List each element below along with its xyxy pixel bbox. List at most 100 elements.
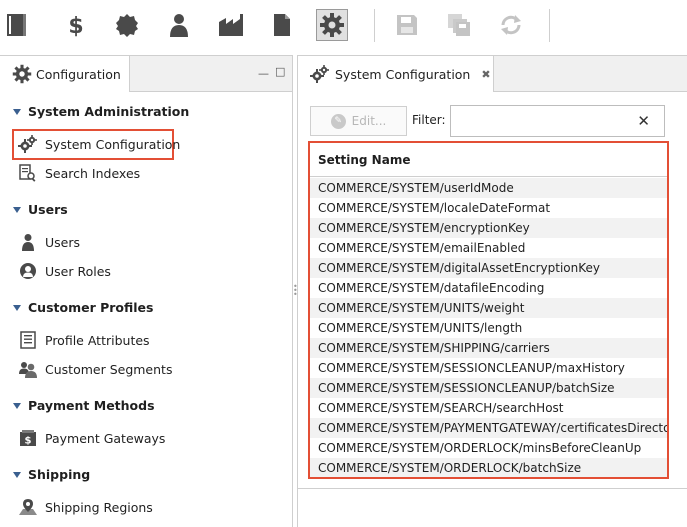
- section-customer-profiles[interactable]: Customer Profiles: [13, 300, 153, 315]
- section-system-administration[interactable]: System Administration: [13, 104, 189, 119]
- toolbar-separator: [549, 9, 550, 42]
- table-row[interactable]: COMMERCE/SYSTEM/UNITS/length: [310, 318, 667, 338]
- nav-item-label: Shipping Regions: [45, 499, 153, 515]
- pricing-button[interactable]: $: [60, 9, 92, 41]
- svg-text:$: $: [68, 14, 83, 38]
- caret-down-icon: [13, 206, 21, 213]
- toolbar-separator: [374, 9, 375, 42]
- clear-filter-icon[interactable]: ✕: [637, 112, 650, 130]
- table-row[interactable]: COMMERCE/SYSTEM/encryptionKey: [310, 218, 667, 238]
- filter-label: Filter:: [412, 113, 446, 127]
- refresh-button[interactable]: [495, 9, 527, 41]
- gears-icon: [310, 65, 329, 83]
- section-shipping[interactable]: Shipping: [13, 467, 90, 482]
- catalog-button[interactable]: [0, 9, 32, 41]
- nav-item-label: System Configuration: [45, 136, 181, 152]
- section-payment-methods[interactable]: Payment Methods: [13, 398, 155, 413]
- nav-item-label: Users: [45, 234, 81, 250]
- map-pin-icon: [18, 498, 38, 516]
- nav-item-label: Customer Segments: [45, 361, 173, 377]
- configuration-button[interactable]: [316, 9, 348, 41]
- nav-item-shipping-regions[interactable]: Shipping Regions: [18, 497, 153, 517]
- table-row[interactable]: COMMERCE/SYSTEM/SESSIONCLEANUP/batchSize: [310, 378, 667, 398]
- nav-item-label: Search Indexes: [45, 165, 141, 181]
- caret-down-icon: [13, 108, 21, 115]
- promotions-button[interactable]: [111, 9, 143, 41]
- dollar-icon: $: [68, 14, 83, 38]
- table-row[interactable]: COMMERCE/SYSTEM/emailEnabled: [310, 238, 667, 258]
- tab-configuration[interactable]: Configuration: [0, 56, 130, 92]
- table-row[interactable]: COMMERCE/SYSTEM/userIdMode: [310, 178, 667, 198]
- user-icon: [18, 233, 38, 251]
- pencil-icon: ✎: [330, 113, 346, 129]
- table-row[interactable]: COMMERCE/SYSTEM/SEARCH/searchHost: [310, 398, 667, 418]
- nav-item-search-indexes[interactable]: Search Indexes: [18, 163, 140, 183]
- caret-down-icon: [13, 304, 21, 311]
- section-title: Customer Profiles: [28, 300, 154, 315]
- table-row[interactable]: COMMERCE/SYSTEM/ORDERLOCK/batchSize: [310, 458, 667, 477]
- tab-system-configuration[interactable]: System Configuration ✖: [298, 56, 494, 92]
- tab-system-configuration-label: System Configuration: [335, 66, 471, 82]
- list-icon: [18, 331, 38, 349]
- minimize-icon[interactable]: —: [258, 67, 269, 80]
- gear-icon: [320, 13, 344, 37]
- search-index-icon: [18, 164, 38, 182]
- nav-item-users[interactable]: Users: [18, 232, 80, 252]
- nav-item-label: User Roles: [45, 263, 111, 279]
- table-row[interactable]: COMMERCE/SYSTEM/digitalAssetEncryptionKe…: [310, 258, 667, 278]
- customers-button[interactable]: [163, 9, 195, 41]
- nav-item-payment-gateways[interactable]: $ Payment Gateways: [18, 428, 165, 448]
- gateway-icon: $: [18, 429, 38, 447]
- nav-item-customer-segments[interactable]: Customer Segments: [18, 359, 172, 379]
- table-row[interactable]: COMMERCE/SYSTEM/SHIPPING/carriers: [310, 338, 667, 358]
- editor-tabbar: System Configuration ✖: [298, 56, 687, 92]
- save-all-button[interactable]: [443, 9, 475, 41]
- settings-rows: COMMERCE/SYSTEM/userIdMode COMMERCE/SYST…: [310, 178, 667, 477]
- configuration-tabbar: Configuration — □: [0, 56, 292, 92]
- nav-item-label: Profile Attributes: [45, 332, 150, 348]
- caret-down-icon: [13, 471, 21, 478]
- warehouse-button[interactable]: [215, 9, 247, 41]
- section-title: System Administration: [28, 104, 190, 119]
- user-icon: [170, 14, 188, 37]
- gear-icon: [12, 64, 32, 84]
- tab-configuration-label: Configuration: [36, 66, 121, 82]
- document-icon: [274, 14, 290, 36]
- section-title: Shipping: [28, 467, 91, 482]
- edit-button[interactable]: ✎ Edit...: [310, 106, 407, 136]
- group-icon: [18, 360, 38, 378]
- close-icon[interactable]: ✖: [481, 68, 490, 81]
- badge-icon: [116, 14, 138, 37]
- section-users[interactable]: Users: [13, 202, 68, 217]
- nav-item-profile-attributes[interactable]: Profile Attributes: [18, 330, 150, 350]
- save-icon: [397, 15, 417, 35]
- column-header-setting-name[interactable]: Setting Name: [310, 143, 667, 177]
- reports-button[interactable]: [266, 9, 298, 41]
- filter-input[interactable]: ✕: [450, 105, 665, 137]
- configuration-panel: Configuration — □ System Administration …: [0, 55, 293, 527]
- table-row[interactable]: COMMERCE/SYSTEM/localeDateFormat: [310, 198, 667, 218]
- edit-button-label: Edit...: [351, 114, 387, 128]
- caret-down-icon: [13, 402, 21, 409]
- nav-item-label: Payment Gateways: [45, 430, 166, 446]
- user-role-icon: [18, 262, 38, 280]
- nav-item-system-configuration[interactable]: System Configuration: [18, 134, 180, 154]
- save-all-icon: [448, 14, 470, 36]
- section-title: Payment Methods: [28, 398, 155, 413]
- catalog-icon: [7, 14, 26, 36]
- nav-item-user-roles[interactable]: User Roles: [18, 261, 111, 281]
- settings-table: Setting Name COMMERCE/SYSTEM/userIdMode …: [308, 141, 669, 479]
- table-row[interactable]: COMMERCE/SYSTEM/UNITS/weight: [310, 298, 667, 318]
- table-row[interactable]: COMMERCE/SYSTEM/PAYMENTGATEWAY/certifica…: [310, 418, 667, 438]
- section-title: Users: [28, 202, 68, 217]
- table-row[interactable]: COMMERCE/SYSTEM/ORDERLOCK/minsBeforeClea…: [310, 438, 667, 458]
- maximize-icon[interactable]: □: [275, 65, 285, 78]
- main-toolbar: $: [0, 0, 687, 50]
- editor-bottom-divider: [298, 488, 687, 489]
- refresh-icon: [501, 15, 521, 35]
- table-row[interactable]: COMMERCE/SYSTEM/datafileEncoding: [310, 278, 667, 298]
- system-configuration-editor: System Configuration ✖ ✎ Edit... Filter:…: [297, 55, 687, 527]
- table-row[interactable]: COMMERCE/SYSTEM/SESSIONCLEANUP/maxHistor…: [310, 358, 667, 378]
- svg-text:$: $: [25, 436, 32, 447]
- save-button[interactable]: [391, 9, 423, 41]
